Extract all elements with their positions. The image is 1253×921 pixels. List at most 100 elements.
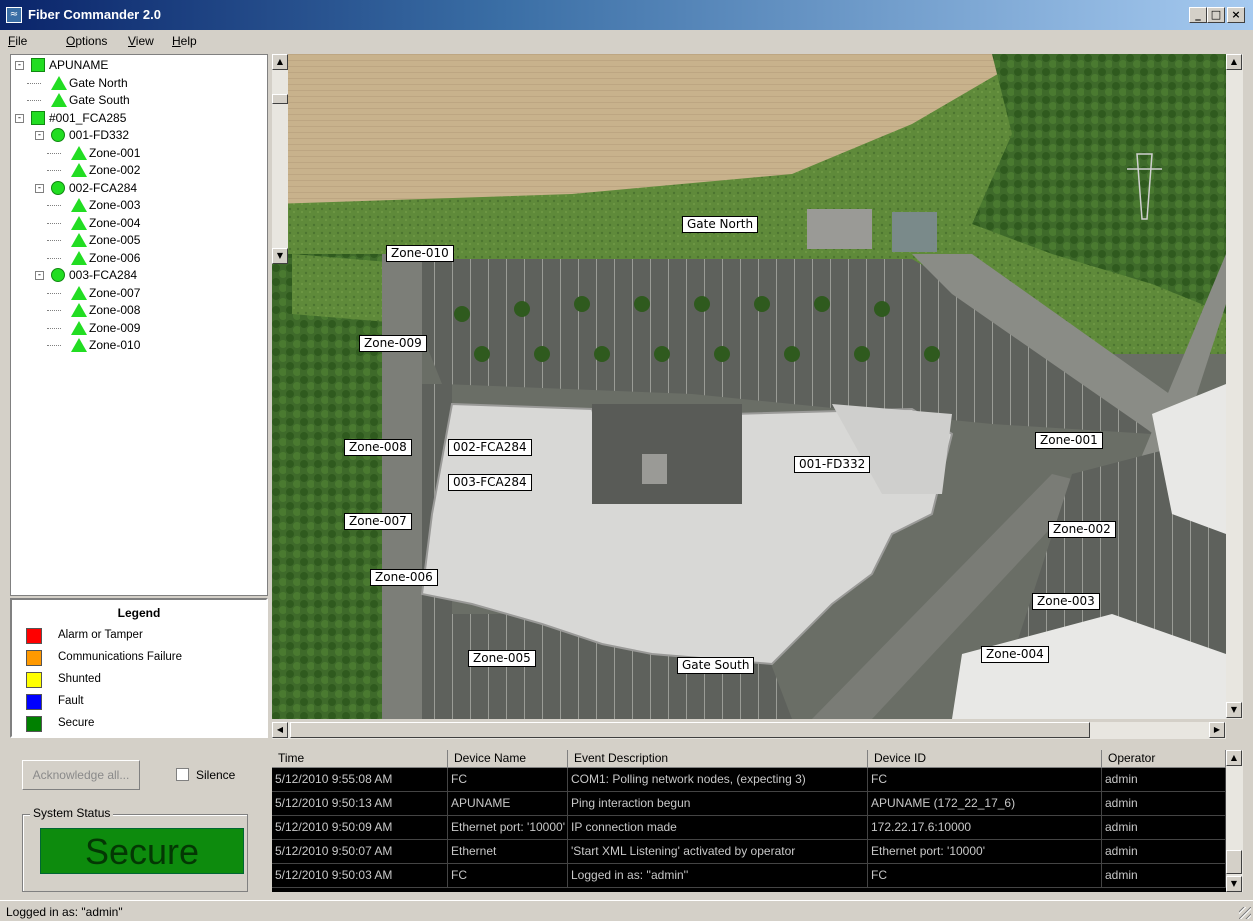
cell-time: 5/12/2010 9:50:09 AM: [272, 816, 448, 840]
site-map[interactable]: Gate North Zone-010 Zone-009 Zone-008 Zo…: [272, 54, 1226, 719]
menu-options[interactable]: Options: [66, 34, 107, 48]
tree-node[interactable]: - #001_FCA285: [11, 110, 267, 127]
table-row[interactable]: 5/12/2010 9:50:09 AM Ethernet port: '1000…: [272, 816, 1226, 840]
map-label-zone-007[interactable]: Zone-007: [344, 513, 412, 530]
tree-collapse-icon[interactable]: -: [35, 271, 44, 280]
cell-device-name: Ethernet port: '10000': [448, 816, 568, 840]
scroll-up-icon[interactable]: ▲: [1226, 54, 1242, 70]
menu-view-label: iew: [135, 34, 154, 48]
tree-node[interactable]: Zone-007: [11, 285, 267, 302]
map-label-zone-010[interactable]: Zone-010: [386, 245, 454, 262]
close-button[interactable]: ×: [1227, 7, 1245, 23]
tree-node[interactable]: Zone-009: [11, 320, 267, 337]
map-label-zone-009[interactable]: Zone-009: [359, 335, 427, 352]
menu-view[interactable]: View: [128, 34, 154, 48]
cell-device-id: 172.22.17.6:10000: [868, 816, 1102, 840]
tree-node[interactable]: - 001-FD332: [11, 127, 267, 144]
tree-node-label: Zone-010: [89, 338, 141, 352]
cell-device-name: APUNAME: [448, 792, 568, 816]
horizontal-thumb[interactable]: [290, 722, 1090, 738]
scroll-down-icon[interactable]: ▼: [1226, 702, 1242, 718]
scroll-up-icon[interactable]: ▲: [272, 54, 288, 70]
menu-help-accel: H: [172, 34, 181, 48]
status-bar: Logged in as: "admin": [0, 900, 1253, 921]
map-label-zone-003[interactable]: Zone-003: [1032, 593, 1100, 610]
column-header-device-name[interactable]: Device Name: [448, 750, 568, 768]
tree-node[interactable]: Zone-003: [11, 197, 267, 214]
map-label-zone-001[interactable]: Zone-001: [1035, 432, 1103, 449]
table-row[interactable]: 5/12/2010 9:50:13 AM APUNAME Ping interact…: [272, 792, 1226, 816]
tree-node[interactable]: Zone-006: [11, 250, 267, 267]
scroll-right-icon[interactable]: ▶: [1209, 722, 1225, 738]
title-bar[interactable]: ≈ Fiber Commander 2.0 _ □ ×: [0, 0, 1253, 30]
tree-node[interactable]: - 002-FCA284: [11, 180, 267, 197]
cell-operator: admin: [1102, 864, 1226, 888]
map-label-003-fca284[interactable]: 003-FCA284: [448, 474, 532, 491]
silence-label[interactable]: Silence: [196, 768, 235, 782]
tree-node-label: Zone-001: [89, 145, 141, 160]
tree-node[interactable]: - 003-FCA284: [11, 267, 267, 284]
map-zoom-scrollbar[interactable]: ▲ ▼: [272, 54, 288, 264]
tree-node[interactable]: Gate North: [11, 75, 267, 92]
map-label-zone-002[interactable]: Zone-002: [1048, 521, 1116, 538]
scroll-up-icon[interactable]: ▲: [1226, 750, 1242, 766]
scroll-down-icon[interactable]: ▼: [1226, 876, 1242, 892]
status-triangle-icon: [51, 75, 67, 90]
cell-device-name: FC: [448, 768, 568, 792]
cell-event-description: COM1: Polling network nodes, (expecting …: [568, 768, 868, 792]
tree-collapse-icon[interactable]: -: [15, 113, 24, 123]
tree-node[interactable]: Zone-004: [11, 215, 267, 232]
column-header-operator[interactable]: Operator: [1102, 750, 1226, 768]
tree-node[interactable]: Zone-005: [11, 232, 267, 249]
tree-node[interactable]: Zone-008: [11, 302, 267, 319]
cell-operator: admin: [1102, 768, 1226, 792]
column-header-device-id[interactable]: Device ID: [868, 750, 1102, 768]
minimize-button[interactable]: _: [1189, 7, 1207, 23]
map-label-zone-004[interactable]: Zone-004: [981, 646, 1049, 663]
events-vertical-scrollbar[interactable]: ▲ ▼: [1226, 750, 1243, 892]
scroll-down-icon[interactable]: ▼: [272, 248, 288, 264]
column-header-time[interactable]: Time: [272, 750, 448, 768]
column-header-event-description[interactable]: Event Description: [568, 750, 868, 768]
tree-node[interactable]: Zone-002: [11, 162, 267, 179]
tree-node-label: Zone-004: [89, 215, 141, 230]
status-triangle-icon: [71, 338, 87, 352]
device-tree[interactable]: - APUNAME Gate North Gate South - #001_FCA285…: [10, 54, 268, 596]
map-vertical-scrollbar[interactable]: ▲ ▼: [1226, 54, 1243, 719]
silence-checkbox[interactable]: [176, 768, 189, 781]
menu-help[interactable]: Help: [172, 34, 197, 48]
map-label-zone-006[interactable]: Zone-006: [370, 569, 438, 586]
map-label-zone-008[interactable]: Zone-008: [344, 439, 412, 456]
table-row[interactable]: 5/12/2010 9:50:07 AM Ethernet 'Start XML L…: [272, 840, 1226, 864]
map-label-gate-south[interactable]: Gate South: [677, 657, 755, 674]
tree-node-label: #001_FCA285: [49, 110, 127, 125]
tree-node-label: Zone-005: [89, 233, 141, 247]
cell-device-id: FC: [868, 768, 1102, 792]
resize-grip-icon[interactable]: [1239, 907, 1251, 919]
scroll-left-icon[interactable]: ◀: [272, 722, 288, 738]
tree-node-label: 002-FCA284: [69, 180, 138, 195]
map-label-001-fd332[interactable]: 001-FD332: [794, 456, 871, 473]
map-horizontal-scrollbar[interactable]: ◀ ▶: [272, 722, 1226, 739]
table-row[interactable]: 5/12/2010 9:50:03 AM FC Logged in as: ''ad…: [272, 864, 1226, 888]
event-log-table[interactable]: Time Device Name Event Description Devic…: [272, 750, 1226, 892]
tree-node[interactable]: Zone-010: [11, 337, 267, 354]
menu-file[interactable]: File: [8, 34, 27, 48]
map-label-zone-005[interactable]: Zone-005: [468, 650, 536, 667]
maximize-button[interactable]: □: [1207, 7, 1225, 23]
tree-collapse-icon[interactable]: -: [35, 131, 44, 140]
cell-operator: admin: [1102, 840, 1226, 864]
tree-node[interactable]: - APUNAME: [11, 57, 267, 74]
table-row[interactable]: 5/12/2010 9:55:08 AM FC COM1: Polling netw…: [272, 768, 1226, 792]
tree-node[interactable]: Gate South: [11, 92, 267, 109]
acknowledge-all-button[interactable]: Acknowledge all...: [22, 760, 140, 790]
map-label-gate-north[interactable]: Gate North: [682, 216, 759, 233]
tree-node[interactable]: Zone-001: [11, 145, 267, 162]
tree-collapse-icon[interactable]: -: [35, 183, 44, 193]
map-label-002-fca284[interactable]: 002-FCA284: [448, 439, 532, 456]
tree-node-label: 003-FCA284: [69, 268, 138, 282]
status-triangle-icon: [71, 215, 87, 230]
zoom-thumb[interactable]: [272, 94, 288, 104]
tree-collapse-icon[interactable]: -: [15, 61, 24, 70]
events-thumb[interactable]: [1226, 850, 1242, 874]
